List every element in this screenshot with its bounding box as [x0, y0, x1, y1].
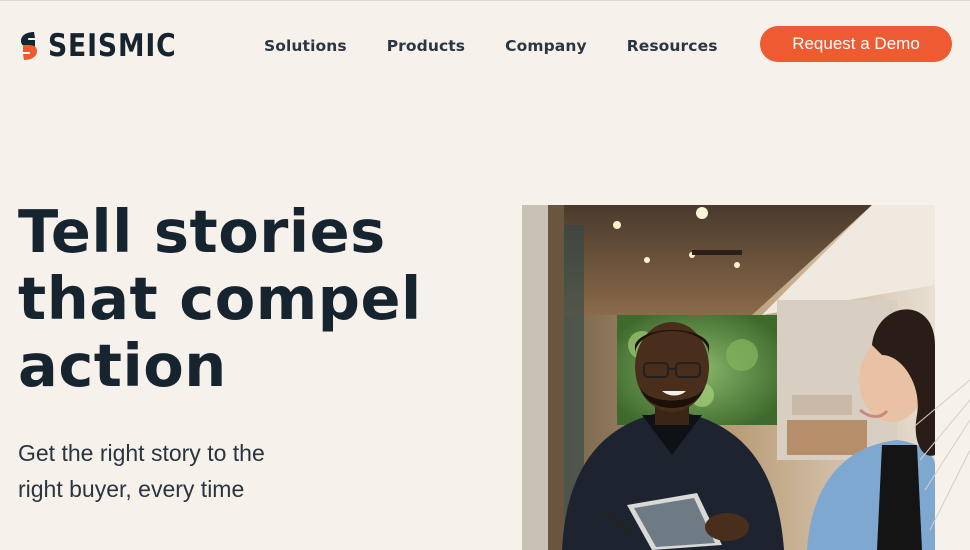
- hero-subtitle-line: right buyer, every time: [18, 476, 245, 502]
- hero-photo: [522, 205, 935, 550]
- main-nav: Solutions Products Company Resources: [264, 36, 758, 56]
- nav-solutions[interactable]: Solutions: [264, 36, 347, 56]
- hero-subtitle: Get the right story to the right buyer, …: [18, 435, 338, 507]
- hero-subtitle-line: Get the right story to the: [18, 440, 265, 466]
- nav-company[interactable]: Company: [505, 36, 587, 56]
- request-demo-button[interactable]: Request a Demo: [760, 26, 952, 62]
- nav-products[interactable]: Products: [387, 36, 465, 56]
- nav-resources[interactable]: Resources: [627, 36, 718, 56]
- logo-wordmark: SEISMIC: [48, 27, 177, 64]
- hero-title-line: that compel: [18, 264, 422, 333]
- decorative-lines: [909, 379, 970, 531]
- seismic-s-logo-icon: [21, 32, 37, 60]
- hero-title-line: Tell stories: [18, 197, 386, 266]
- top-border: [0, 0, 970, 1]
- hero-title-line: action: [18, 331, 227, 400]
- hero-title: Tell stories that compel action: [18, 198, 488, 399]
- seismic-logo[interactable]: SEISMIC: [18, 30, 198, 62]
